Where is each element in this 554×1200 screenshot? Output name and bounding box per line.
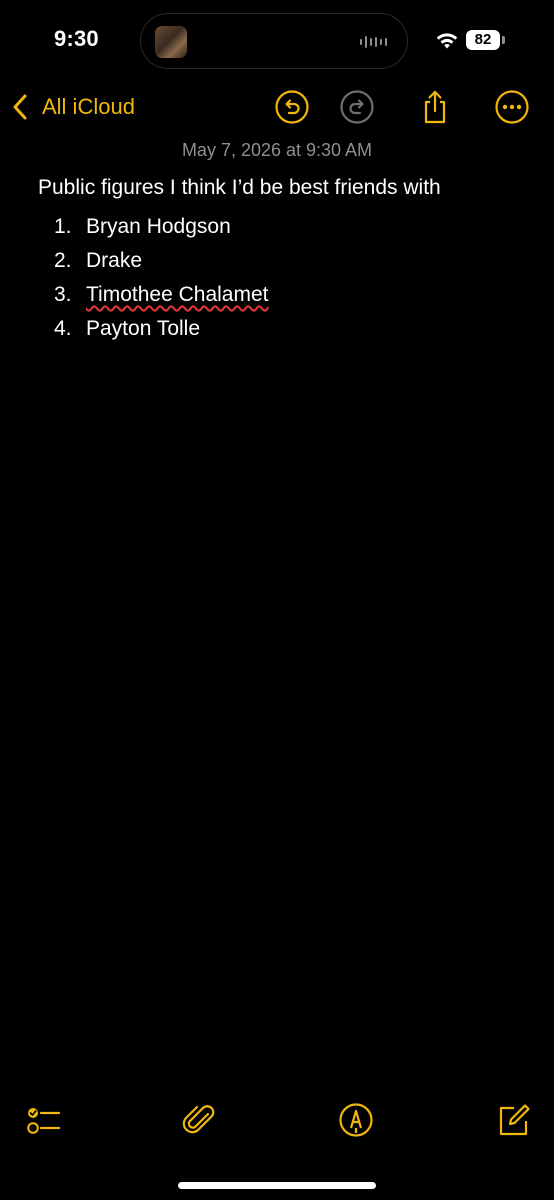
list-item[interactable]: 1. Bryan Hodgson [54, 210, 268, 244]
battery-indicator: 82 [466, 30, 500, 50]
list-item[interactable]: 3. Timothee Chalamet [54, 278, 268, 312]
list-item-text[interactable]: Drake [86, 249, 142, 273]
note-title-line[interactable]: Public figures I think I’d be best frien… [38, 176, 441, 200]
checklist-button[interactable] [25, 1102, 61, 1138]
list-item-text[interactable]: Payton Tolle [86, 317, 200, 341]
compose-button[interactable] [496, 1102, 532, 1138]
status-time: 9:30 [54, 26, 99, 51]
markup-pen-icon [339, 1103, 373, 1137]
list-item-number: 3. [54, 283, 72, 306]
back-button[interactable]: All iCloud [12, 88, 135, 126]
redo-button[interactable] [339, 89, 375, 125]
note-timestamp: May 7, 2026 at 9:30 AM [181, 140, 373, 160]
chevron-left-icon [13, 94, 27, 120]
share-button[interactable] [417, 89, 453, 125]
dynamic-island[interactable] [140, 13, 408, 69]
list-item-number: 1. [54, 215, 72, 238]
markup-button[interactable] [338, 1102, 374, 1138]
list-item-number: 2. [54, 249, 72, 272]
list-item-number: 4. [54, 317, 72, 340]
redo-icon [340, 90, 374, 124]
compose-icon [499, 1104, 530, 1136]
list-item-text-misspelled[interactable]: Timothee Chalamet [86, 283, 268, 307]
list-item[interactable]: 4. Payton Tolle [54, 312, 268, 346]
undo-icon [275, 90, 309, 124]
battery-cap [502, 36, 505, 44]
wifi-icon [436, 33, 458, 49]
attachment-button[interactable] [182, 1102, 218, 1138]
share-icon [424, 90, 446, 124]
back-button-label: All iCloud [42, 94, 135, 119]
audio-waveform-icon [360, 36, 387, 48]
checklist-icon [27, 1108, 61, 1134]
list-item-text[interactable]: Bryan Hodgson [86, 215, 231, 239]
home-indicator[interactable] [178, 1182, 376, 1189]
more-button[interactable] [494, 89, 530, 125]
note-numbered-list[interactable]: 1. Bryan Hodgson 2. Drake 3. Timothee Ch… [54, 210, 268, 346]
undo-button[interactable] [274, 89, 310, 125]
paperclip-icon [182, 1105, 215, 1134]
now-playing-album-art [155, 26, 187, 58]
more-icon [495, 90, 529, 124]
list-item[interactable]: 2. Drake [54, 244, 268, 278]
